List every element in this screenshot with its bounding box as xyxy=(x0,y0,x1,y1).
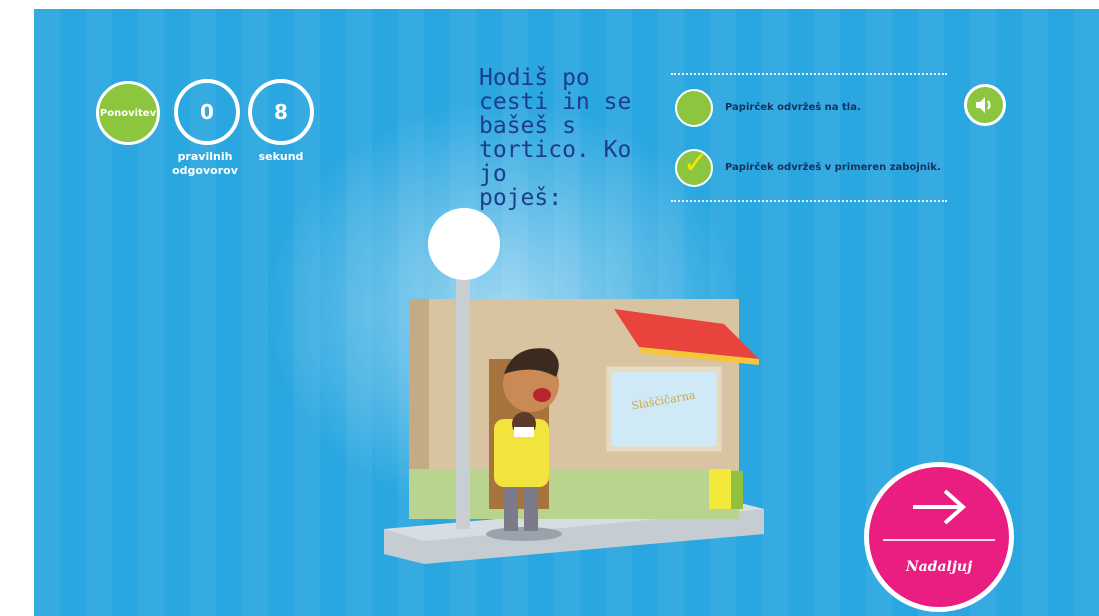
seconds-counter: 8 xyxy=(248,79,314,145)
gift-box xyxy=(709,469,731,509)
answer-radio-1[interactable] xyxy=(675,89,713,127)
speaker-icon xyxy=(976,97,991,113)
shop-window xyxy=(606,366,722,452)
sound-button[interactable] xyxy=(964,84,1006,126)
arrow-right-icon xyxy=(913,489,967,525)
next-button-divider xyxy=(883,539,995,541)
answer-option-2-label: Papirček odvržeš v primeren zabojnik. xyxy=(725,162,941,173)
answer-option-2[interactable]: ✓ Papirček odvržeš v primeren zabojnik. xyxy=(675,146,955,187)
answer-option-1-label: Papirček odvržeš na tla. xyxy=(725,102,861,113)
question-text: Hodiš po cesti in se bašeš s tortico. Ko… xyxy=(479,65,632,211)
answer-radio-2[interactable]: ✓ xyxy=(675,146,713,187)
street-lamp-light xyxy=(428,208,500,280)
next-button[interactable]: Nadaljuj xyxy=(864,462,1014,612)
game-stage: Ponovitev 0 pravilnih odgovorov 8 sekund… xyxy=(34,9,1099,616)
seconds-count: 8 xyxy=(274,100,288,124)
street-scene-illustration: Slaščičarna xyxy=(384,208,764,564)
checkmark-icon: ✓ xyxy=(683,146,709,181)
answers-counter: 0 xyxy=(174,79,240,145)
street-lamp-post xyxy=(456,264,470,529)
answer-option-1[interactable]: Papirček odvržeš na tla. xyxy=(675,89,955,127)
options-top-divider xyxy=(671,73,947,75)
answers-counter-label: pravilnih odgovorov xyxy=(172,150,238,177)
restart-button[interactable]: Ponovitev xyxy=(96,81,160,145)
seconds-counter-label: sekund xyxy=(258,150,304,163)
answers-count: 0 xyxy=(200,100,214,124)
next-button-label: Nadaljuj xyxy=(905,559,973,575)
restart-label: Ponovitev xyxy=(99,107,157,119)
